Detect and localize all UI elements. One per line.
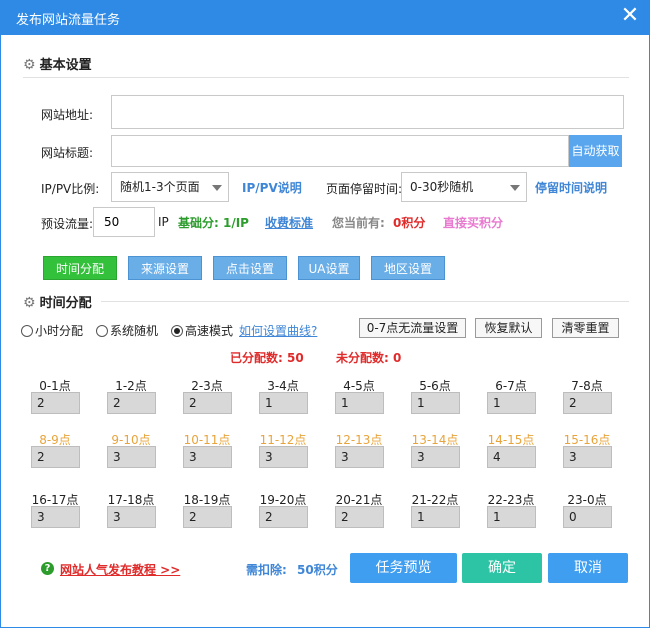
chevron-down-icon [510,185,520,191]
window-title: 发布网站流量任务 [16,13,121,28]
tab-region-settings[interactable]: 地区设置 [371,256,445,280]
task-preview-button[interactable]: 任务预览 [350,553,457,583]
tab-time-allocation[interactable]: 时间分配 [43,256,117,280]
url-label: 网站地址: [41,108,94,122]
preset-flow-input[interactable] [93,207,155,237]
ratio-label: IP/PV比例: [41,182,100,196]
deduct-value: 50积分 [297,563,338,577]
divider [101,301,629,302]
auto-fetch-button[interactable]: 自动获取 [569,135,622,167]
no-flow-0-7-button[interactable]: 0-7点无流量设置 [359,318,466,338]
hour-input[interactable]: 1 [335,392,384,414]
title-label: 网站标题: [41,146,94,160]
hour-input[interactable]: 1 [487,506,536,528]
radio-hour-allocation[interactable]: 小时分配 [21,322,83,339]
help-icon: ? [41,562,54,575]
hour-input[interactable]: 2 [183,506,232,528]
radio-fast-label: 高速模式 [185,324,234,338]
tab-ua-settings[interactable]: UA设置 [298,256,360,280]
hour-input[interactable]: 3 [107,446,156,468]
radio-hour-label: 小时分配 [35,324,84,338]
base-score-text: 基础分: 1/IP [178,216,249,230]
gear-icon: ⚙ [23,57,36,73]
tutorial-link[interactable]: 网站人气发布教程 >> [60,561,180,578]
hour-input[interactable]: 2 [335,506,384,528]
time-allocation-heading: ⚙ 时间分配 [23,295,92,311]
hour-input[interactable]: 3 [411,446,460,468]
current-score-label: 您当前有: [332,216,385,230]
chevron-down-icon [212,185,222,191]
preset-flow-label: 预设流量: [41,217,94,231]
buy-score-link[interactable]: 直接买积分 [443,214,503,231]
divider [23,77,629,78]
stay-time-help-link[interactable]: 停留时间说明 [535,179,607,196]
radio-dot [21,324,33,337]
unassigned-count-label: 未分配数: [336,351,389,365]
stay-time-select[interactable]: 0-30秒随机 [401,172,527,202]
current-score-value: 0积分 [393,216,426,230]
radio-dot-selected [171,324,183,337]
deduct-label: 需扣除: [246,563,287,577]
ratio-help-link[interactable]: IP/PV说明 [242,179,302,196]
basic-settings-heading: ⚙ 基本设置 [23,57,92,73]
hour-input[interactable]: 1 [411,506,460,528]
curve-help-link[interactable]: 如何设置曲线? [239,322,317,339]
ratio-select[interactable]: 随机1-3个页面 [111,172,229,202]
close-icon[interactable]: ✕ [618,2,642,30]
hour-input[interactable]: 2 [259,506,308,528]
radio-random-label: 系统随机 [110,324,159,338]
title-bar: 发布网站流量任务 ✕ [0,0,650,35]
hour-input[interactable]: 3 [107,506,156,528]
restore-default-button[interactable]: 恢复默认 [475,318,542,338]
hour-input[interactable]: 0 [563,506,612,528]
hour-input[interactable]: 3 [335,446,384,468]
cancel-button[interactable]: 取消 [548,553,628,583]
hour-input[interactable]: 3 [259,446,308,468]
hour-input[interactable]: 1 [259,392,308,414]
hour-input[interactable]: 3 [563,446,612,468]
url-input[interactable] [111,95,624,129]
hour-input[interactable]: 2 [107,392,156,414]
dialog-content: ⚙ 基本设置 网站地址: 网站标题: 自动获取 IP/PV比例: 随机1-3个页面… [0,35,650,628]
hour-input[interactable]: 2 [183,392,232,414]
radio-system-random[interactable]: 系统随机 [96,322,158,339]
tab-click-settings[interactable]: 点击设置 [213,256,287,280]
ip-unit-label: IP [158,215,169,229]
hour-input[interactable]: 2 [31,446,80,468]
unassigned-count: 未分配数: 0 [336,349,401,366]
hour-input[interactable]: 4 [487,446,536,468]
assigned-count-label: 已分配数: [230,351,283,365]
hour-input[interactable]: 3 [31,506,80,528]
unassigned-count-value: 0 [393,351,402,365]
assigned-count: 已分配数: 50 [230,349,304,366]
hour-input[interactable]: 2 [31,392,80,414]
stay-time-label: 页面停留时间: [326,182,403,196]
hour-input[interactable]: 1 [487,392,536,414]
ratio-select-value: 随机1-3个页面 [120,180,200,194]
radio-dot [96,324,108,337]
tab-source-settings[interactable]: 来源设置 [128,256,202,280]
hour-input[interactable]: 1 [411,392,460,414]
stay-time-select-value: 0-30秒随机 [410,180,474,194]
radio-fast-mode[interactable]: 高速模式 [171,322,233,339]
gear-icon: ⚙ [23,295,36,311]
assigned-count-value: 50 [287,351,304,365]
clear-reset-button[interactable]: 清零重置 [552,318,619,338]
confirm-button[interactable]: 确定 [462,553,542,583]
site-title-input[interactable] [111,135,569,167]
fee-standard-link[interactable]: 收费标准 [265,214,313,231]
hour-input[interactable]: 3 [183,446,232,468]
hour-input[interactable]: 2 [563,392,612,414]
